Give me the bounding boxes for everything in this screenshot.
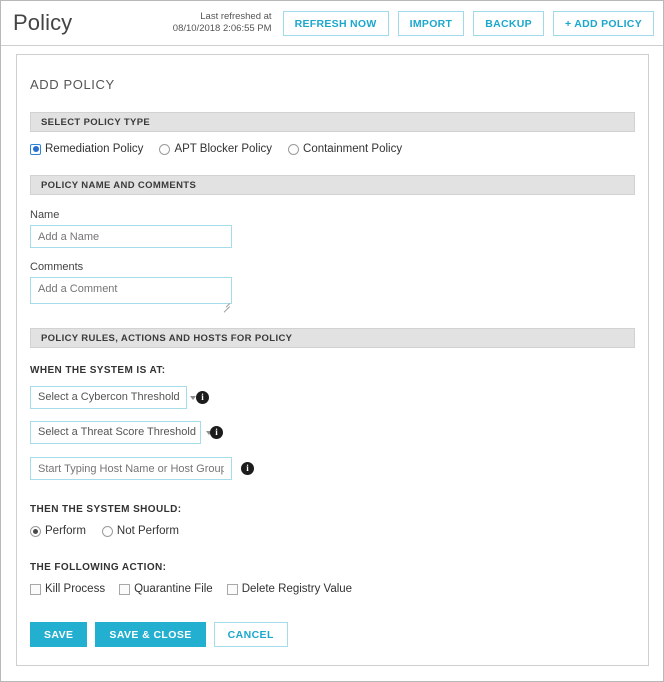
radio-remediation-policy-marker (30, 144, 41, 155)
refresh-now-button[interactable]: REFRESH NOW (283, 11, 389, 36)
last-refreshed-info: Last refreshed at 08/10/2018 2:06:55 PM (173, 11, 274, 35)
section-header-name-comments: POLICY NAME AND COMMENTS (30, 175, 635, 195)
checkbox-quarantine-file-marker (119, 584, 130, 595)
checkbox-kill-process-marker (30, 584, 41, 595)
cancel-button[interactable]: CANCEL (214, 622, 288, 647)
radio-not-perform-marker (102, 526, 113, 537)
threat-score-threshold-select[interactable]: Select a Threat Score Threshold (30, 421, 201, 444)
chevron-down-icon (190, 396, 196, 400)
radio-perform-marker (30, 526, 41, 537)
page-title: Policy (13, 10, 72, 36)
name-field-label: Name (30, 209, 635, 221)
radio-perform-label: Perform (45, 525, 86, 537)
when-system-is-at-label: WHEN THE SYSTEM IS AT: (30, 365, 635, 376)
radio-remediation-policy[interactable]: Remediation Policy (30, 143, 143, 155)
info-icon-threat-score[interactable]: i (210, 426, 223, 439)
comments-field-label: Comments (30, 261, 635, 273)
then-system-should-label: THEN THE SYSTEM SHOULD: (30, 504, 635, 515)
radio-containment-policy-marker (288, 144, 299, 155)
following-action-label: THE FOLLOWING ACTION: (30, 562, 635, 573)
action-checkboxes: Kill Process Quarantine File Delete Regi… (30, 583, 635, 595)
comments-textarea[interactable] (30, 277, 232, 304)
radio-apt-blocker-policy-label: APT Blocker Policy (174, 143, 272, 155)
add-policy-card: ADD POLICY SELECT POLICY TYPE Remediatio… (16, 54, 649, 666)
host-name-input[interactable] (30, 457, 232, 480)
checkbox-quarantine-file[interactable]: Quarantine File (119, 583, 213, 595)
checkbox-kill-process-label: Kill Process (45, 583, 105, 595)
card-title: ADD POLICY (17, 55, 648, 92)
policy-rules-body: WHEN THE SYSTEM IS AT: Select a Cybercon… (17, 348, 648, 647)
radio-apt-blocker-policy-marker (159, 144, 170, 155)
last-refreshed-label: Last refreshed at (173, 11, 272, 23)
policy-type-options: Remediation Policy APT Blocker Policy Co… (17, 132, 648, 155)
info-icon-cybercon[interactable]: i (196, 391, 209, 404)
last-refreshed-timestamp: 08/10/2018 2:06:55 PM (173, 23, 272, 35)
name-comments-fields: Name Comments (17, 195, 648, 309)
threat-score-threshold-row: Select a Threat Score Threshold i (30, 421, 635, 444)
section-header-policy-type: SELECT POLICY TYPE (30, 112, 635, 132)
cybercon-threshold-value: Select a Cybercon Threshold (38, 387, 180, 408)
checkbox-quarantine-file-label: Quarantine File (134, 583, 213, 595)
checkbox-delete-registry-value-label: Delete Registry Value (242, 583, 352, 595)
cybercon-threshold-row: Select a Cybercon Threshold i (30, 386, 635, 409)
cybercon-threshold-select[interactable]: Select a Cybercon Threshold (30, 386, 187, 409)
radio-not-perform[interactable]: Not Perform (102, 525, 179, 537)
radio-containment-policy[interactable]: Containment Policy (288, 143, 402, 155)
save-and-close-button[interactable]: SAVE & CLOSE (95, 622, 205, 647)
checkbox-kill-process[interactable]: Kill Process (30, 583, 105, 595)
radio-apt-blocker-policy[interactable]: APT Blocker Policy (159, 143, 272, 155)
radio-perform[interactable]: Perform (30, 525, 86, 537)
checkbox-delete-registry-value-marker (227, 584, 238, 595)
name-input[interactable] (30, 225, 232, 248)
form-footer-actions: SAVE SAVE & CLOSE CANCEL (30, 622, 635, 647)
header-actions: Last refreshed at 08/10/2018 2:06:55 PM … (173, 11, 654, 36)
import-button[interactable]: IMPORT (398, 11, 465, 36)
radio-remediation-policy-label: Remediation Policy (45, 143, 143, 155)
checkbox-delete-registry-value[interactable]: Delete Registry Value (227, 583, 352, 595)
section-header-policy-rules: POLICY RULES, ACTIONS AND HOSTS FOR POLI… (30, 328, 635, 348)
save-button[interactable]: SAVE (30, 622, 87, 647)
add-policy-button[interactable]: + ADD POLICY (553, 11, 654, 36)
host-row: i (30, 457, 635, 480)
radio-containment-policy-label: Containment Policy (303, 143, 402, 155)
radio-not-perform-label: Not Perform (117, 525, 179, 537)
threat-score-threshold-value: Select a Threat Score Threshold (38, 422, 196, 443)
info-icon-host[interactable]: i (241, 462, 254, 475)
backup-button[interactable]: BACKUP (473, 11, 544, 36)
perform-options: Perform Not Perform (30, 525, 635, 537)
policy-page: Policy Last refreshed at 08/10/2018 2:06… (0, 0, 664, 682)
page-header: Policy Last refreshed at 08/10/2018 2:06… (1, 1, 663, 46)
